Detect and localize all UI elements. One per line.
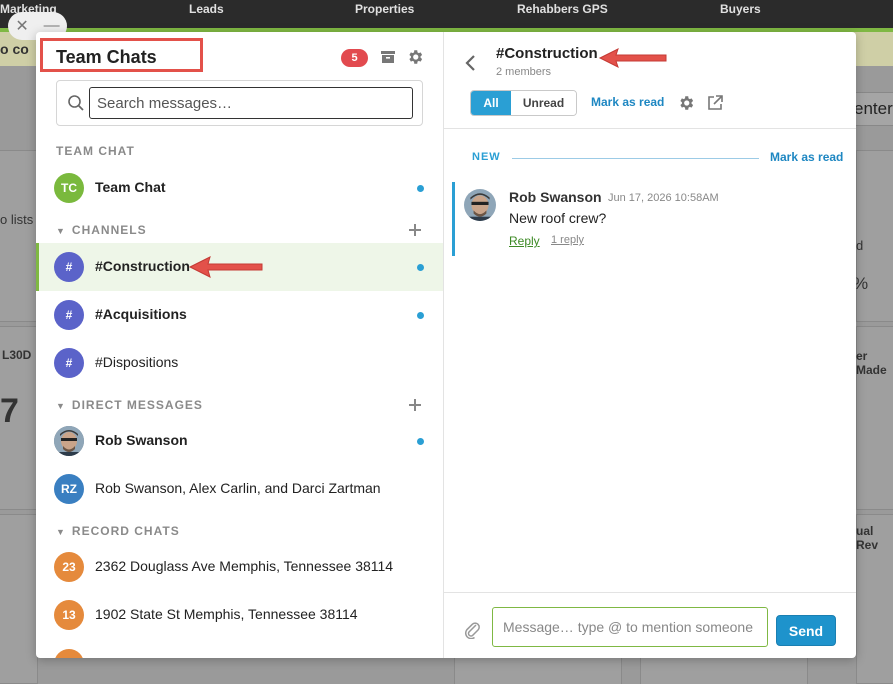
message-timestamp: Jun 17, 2026 10:58AM: [608, 192, 719, 204]
sidebar-item-label: 2362 Douglass Ave Memphis, Tennessee 381…: [95, 558, 394, 574]
avatar: 23: [54, 552, 84, 582]
section-header-label: TEAM CHAT: [56, 144, 135, 158]
add-channel-icon[interactable]: [408, 223, 422, 237]
chevron-down-icon: ▼: [56, 401, 66, 411]
message-item: Rob Swanson Jun 17, 2026 10:58AM New roo…: [452, 182, 856, 256]
avatar: 13: [54, 600, 84, 630]
avatar: [54, 649, 84, 658]
nav-properties[interactable]: Properties: [355, 2, 414, 16]
team-chats-modal: Team Chats 5 TEAM CHAT TC Team Chat: [36, 32, 856, 658]
unread-dot: [417, 264, 424, 271]
user-avatar-photo: [464, 189, 496, 221]
avatar: TC: [54, 173, 84, 203]
background-card: [454, 656, 622, 684]
chat-sidebar: Team Chats 5 TEAM CHAT TC Team Chat: [36, 32, 444, 658]
sidebar-item-rob-swanson[interactable]: Rob Swanson: [36, 417, 443, 465]
filter-all-tab[interactable]: All: [471, 91, 511, 115]
conversation-header: #Construction 2 members All Unread Mark …: [444, 32, 856, 129]
nav-leads[interactable]: Leads: [189, 2, 224, 16]
annotation-arrow-icon: [188, 256, 263, 278]
background-text: d: [856, 238, 864, 253]
conversation-pane: #Construction 2 members All Unread Mark …: [444, 32, 856, 658]
message-input[interactable]: [492, 607, 768, 647]
background-text: er Made: [856, 349, 887, 377]
sidebar-item-group-dm[interactable]: RZ Rob Swanson, Alex Carlin, and Darci Z…: [36, 465, 443, 513]
search-box: [56, 80, 423, 126]
background-text: o lists: [0, 212, 34, 227]
new-messages-divider: [512, 158, 759, 159]
sidebar-item-label: #Construction: [95, 258, 190, 274]
sidebar-item-label: Team Chat: [95, 179, 166, 195]
background-button-label: enter: [854, 99, 893, 118]
reply-link[interactable]: Reply: [509, 234, 540, 248]
sidebar-item-label: Rob Swanson, Alex Carlin, and Darci Zart…: [95, 480, 381, 496]
section-header-record-chats[interactable]: ▼ RECORD CHATS: [56, 524, 180, 538]
sidebar-item-label: #Dispositions: [95, 354, 179, 370]
annotation-arrow-icon: [598, 48, 667, 68]
sidebar-item-acquisitions[interactable]: # #Acquisitions: [36, 291, 443, 339]
reply-count-link[interactable]: 1 reply: [551, 234, 584, 246]
add-direct-message-icon[interactable]: [408, 398, 422, 412]
gear-icon[interactable]: [677, 94, 695, 112]
background-card: [0, 150, 38, 322]
section-header-label: DIRECT MESSAGES: [71, 398, 203, 412]
search-icon: [68, 95, 84, 111]
message-composer: Send: [444, 592, 856, 658]
unread-count-badge: 5: [341, 49, 368, 67]
sidebar-item-label: #Acquisitions: [95, 306, 187, 322]
sidebar-header: Team Chats 5: [36, 32, 443, 82]
filter-unread-tab[interactable]: Unread: [511, 91, 576, 115]
conversation-title: #Construction: [496, 45, 598, 62]
section-header-direct-messages[interactable]: ▼ DIRECT MESSAGES: [56, 398, 203, 412]
nav-buyers[interactable]: Buyers: [720, 2, 761, 16]
new-messages-label: NEW: [472, 151, 501, 163]
mark-as-read-link[interactable]: Mark as read: [591, 95, 664, 109]
sidebar-item-dispositions[interactable]: # #Dispositions: [36, 339, 443, 387]
gear-icon[interactable]: [406, 48, 424, 66]
section-header-channels[interactable]: ▼ CHANNELS: [56, 223, 147, 237]
person-icon: [464, 189, 496, 221]
message-filter-toggle: All Unread: [470, 90, 577, 116]
user-avatar-photo: [54, 426, 84, 456]
sidebar-item-team-chat[interactable]: TC Team Chat: [36, 164, 443, 212]
background-card: [856, 150, 893, 322]
sidebar-item-label: Rob Swanson: [95, 432, 188, 448]
channel-avatar: #: [54, 348, 84, 378]
unread-dot: [417, 438, 424, 445]
section-header-label: CHANNELS: [71, 223, 147, 237]
channel-avatar: #: [54, 300, 84, 330]
message-text: New roof crew?: [509, 210, 607, 226]
section-header-label: RECORD CHATS: [71, 524, 180, 538]
unread-dot: [417, 312, 424, 319]
channel-avatar: #: [54, 252, 84, 282]
background-card: [640, 656, 808, 684]
chevron-left-icon[interactable]: [464, 54, 476, 72]
sidebar-item-label: 1902 State St Memphis, Tennessee 38114: [95, 606, 358, 622]
mark-as-read-link[interactable]: Mark as read: [770, 150, 843, 164]
paperclip-icon[interactable]: [463, 619, 481, 639]
background-banner-text: o co: [0, 41, 29, 57]
nav-rehabbers-gps[interactable]: Rehabbers GPS: [517, 2, 608, 16]
background-text: L30D: [2, 348, 32, 362]
message-author: Rob Swanson: [509, 189, 602, 205]
sidebar-item-record-chat[interactable]: 23 2362 Douglass Ave Memphis, Tennessee …: [36, 543, 443, 591]
chevron-down-icon: ▼: [56, 226, 66, 236]
sidebar-item-record-chat[interactable]: 13 1902 State St Memphis, Tennessee 3811…: [36, 591, 443, 639]
section-header-team-chat: TEAM CHAT: [56, 144, 135, 158]
send-button[interactable]: Send: [776, 615, 836, 646]
external-link-icon[interactable]: [706, 94, 724, 112]
avatar: RZ: [54, 474, 84, 504]
background-card: [0, 514, 38, 684]
background-top-nav: Marketing Leads Properties Rehabbers GPS…: [0, 0, 893, 28]
background-text: 7: [0, 392, 19, 430]
sidebar-title: Team Chats: [56, 47, 157, 67]
search-input[interactable]: [89, 87, 413, 119]
archive-icon[interactable]: [379, 48, 397, 66]
unread-dot: [417, 185, 424, 192]
member-count[interactable]: 2 members: [496, 66, 551, 78]
chevron-down-icon: ▼: [56, 527, 66, 537]
background-text: ual Rev: [856, 524, 879, 552]
close-icon[interactable]: ✕: [15, 16, 28, 36]
person-icon: [54, 426, 84, 456]
